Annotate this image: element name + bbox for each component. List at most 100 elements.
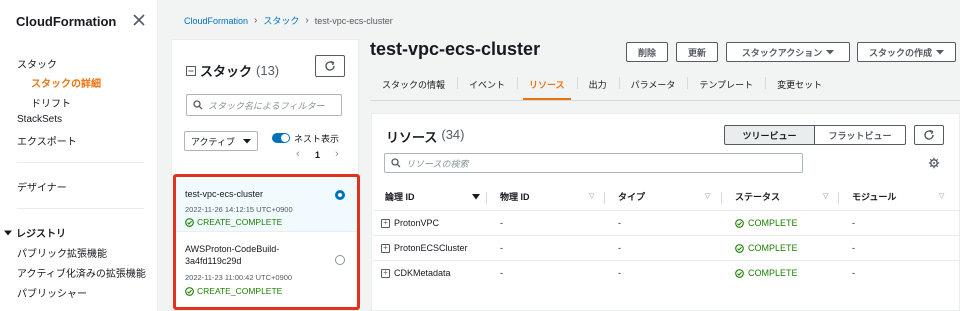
stack-filter-input[interactable]: スタック名によるフィルター [186, 94, 342, 116]
status-cell: COMPLETE [735, 243, 798, 253]
resource-search-input[interactable]: リソースの検索 [384, 153, 803, 173]
sidebar-item-stacksets[interactable]: StackSets [17, 114, 62, 125]
refresh-icon [924, 129, 934, 140]
stack-date: 2022-11-26 14:12:15 UTC+0900 [185, 205, 293, 214]
status-text: COMPLETE [748, 243, 798, 253]
column-header-status[interactable]: ステータス [735, 190, 780, 203]
column-header-logical-id[interactable]: 論理 ID [385, 190, 415, 203]
list-item[interactable]: AWSProton-CodeBuild-3a4fd119c29d 2022-11… [173, 232, 359, 302]
column-divider [604, 192, 605, 204]
sort-icon[interactable]: ▽ [705, 192, 710, 200]
chevron-right-icon[interactable]: › [335, 148, 339, 160]
sidebar-divider [17, 162, 144, 163]
status-filter-value: アクティブ [191, 136, 236, 147]
delete-button[interactable]: 削除 [626, 42, 668, 62]
sidebar-item-drift[interactable]: ドリフト [31, 95, 71, 110]
stack-actions-button[interactable]: スタックアクション [726, 42, 850, 62]
resource-search-placeholder: リソースの検索 [406, 158, 469, 169]
sidebar-item-stack-details[interactable]: スタックの詳細 [31, 75, 101, 90]
column-header-physical-id[interactable]: 物理 ID [500, 190, 530, 203]
column-header-type[interactable]: タイプ [618, 190, 645, 203]
sidebar-item-publishers[interactable]: パブリッシャー [17, 285, 87, 300]
expand-icon[interactable]: + [381, 218, 390, 228]
logical-id: ProtonVPC [394, 218, 440, 228]
sort-desc-icon[interactable] [472, 194, 480, 200]
create-stack-button[interactable]: スタックの作成 [857, 42, 956, 62]
module: - [852, 243, 855, 253]
nested-label: ネスト表示 [294, 134, 340, 144]
caret-down-icon [936, 50, 944, 55]
column-header-module[interactable]: モジュール [852, 190, 896, 203]
update-button[interactable]: 更新 [676, 42, 718, 62]
settings-gear-icon[interactable] [928, 157, 940, 169]
sort-icon[interactable]: ▽ [589, 192, 594, 200]
refresh-button[interactable] [315, 55, 345, 77]
sort-icon[interactable]: ▽ [823, 192, 828, 200]
module: - [852, 268, 855, 278]
status-filter-select[interactable]: アクティブ [184, 131, 258, 151]
resource-count: (34) [441, 127, 465, 142]
stack-actions-label: スタックアクション [741, 47, 823, 58]
refresh-button[interactable] [914, 125, 944, 145]
check-circle-icon [185, 217, 194, 227]
table-row[interactable]: + CDKMetadata - - COMPLETE - [373, 260, 960, 285]
sidebar-section-label: レジストリ [16, 229, 66, 240]
check-circle-icon [735, 268, 744, 278]
tab-outputs[interactable]: 出力 [576, 74, 619, 100]
stack-count: (13) [256, 63, 280, 78]
page-title: test-vpc-ecs-cluster [370, 39, 541, 59]
create-stack-label: スタックの作成 [868, 47, 932, 58]
tab-parameters[interactable]: パラメータ [618, 74, 688, 100]
module: - [852, 218, 855, 228]
nested-toggle[interactable] [272, 133, 290, 143]
view-toggle: ツリービュー フラットビュー [724, 125, 906, 145]
logical-id-cell: + CDKMetadata [381, 268, 451, 278]
stack-list-header: スタック (13) [186, 61, 279, 80]
caret-down-icon [243, 139, 251, 144]
type: - [618, 268, 621, 278]
collapse-icon[interactable] [186, 65, 196, 76]
tab-events[interactable]: イベント [457, 74, 517, 100]
sidebar-item-public-extensions[interactable]: パブリック拡張機能 [17, 245, 107, 260]
status-text: COMPLETE [748, 268, 798, 278]
sidebar-item-activated-extensions[interactable]: アクティブ化済みの拡張機能 [17, 265, 146, 280]
chevron-left-icon[interactable]: ‹ [296, 148, 300, 160]
expand-icon[interactable]: + [381, 243, 390, 253]
tab-stack-info[interactable]: スタックの情報 [370, 74, 457, 100]
logical-id-cell: + ProtonVPC [381, 218, 439, 228]
close-icon[interactable] [131, 12, 147, 28]
breadcrumb-root[interactable]: CloudFormation [184, 16, 248, 26]
refresh-icon [325, 60, 335, 71]
chevron-right-icon: › [254, 15, 258, 26]
table-row[interactable]: + ProtonVPC - - COMPLETE - [373, 210, 960, 235]
sidebar-section-registry[interactable]: レジストリ [4, 225, 66, 240]
list-item[interactable]: test-vpc-ecs-cluster 2022-11-26 14:12:15… [173, 175, 359, 231]
logical-id-cell: + ProtonECSCluster [381, 243, 468, 253]
tab-resources[interactable]: リソース [517, 74, 577, 100]
sidebar-item-exports[interactable]: エクスポート [17, 133, 77, 148]
physical-id: - [500, 268, 503, 278]
expand-icon[interactable]: + [381, 268, 390, 278]
sidebar-title[interactable]: CloudFormation [16, 14, 116, 29]
table-row[interactable]: + ProtonECSCluster - - COMPLETE - [373, 235, 960, 260]
breadcrumb-stacks[interactable]: スタック [263, 14, 299, 27]
page-number[interactable]: 1 [315, 150, 320, 160]
status-cell: COMPLETE [735, 268, 798, 278]
tab-template[interactable]: テンプレート [687, 74, 765, 100]
column-divider [486, 192, 487, 204]
resources-title: リソース [386, 130, 438, 145]
tab-bar: スタックの情報 イベント リソース 出力 パラメータ テンプレート 変更セット [370, 74, 834, 100]
tree-view-button[interactable]: ツリービュー [724, 125, 815, 145]
breadcrumb: CloudFormation › スタック › test-vpc-ecs-clu… [184, 14, 393, 27]
tab-change-sets[interactable]: 変更セット [765, 74, 834, 100]
tab-underline [370, 100, 960, 101]
status-cell: COMPLETE [735, 218, 798, 228]
flat-view-button[interactable]: フラットビュー [815, 125, 906, 145]
select-radio[interactable] [335, 255, 345, 265]
type: - [618, 218, 621, 228]
sidebar-item-stacks[interactable]: スタック [17, 56, 57, 71]
logical-id: ProtonECSCluster [394, 243, 468, 253]
select-radio[interactable] [335, 190, 345, 200]
sort-icon[interactable]: ▽ [939, 192, 944, 200]
sidebar-item-designer[interactable]: デザイナー [17, 179, 67, 194]
